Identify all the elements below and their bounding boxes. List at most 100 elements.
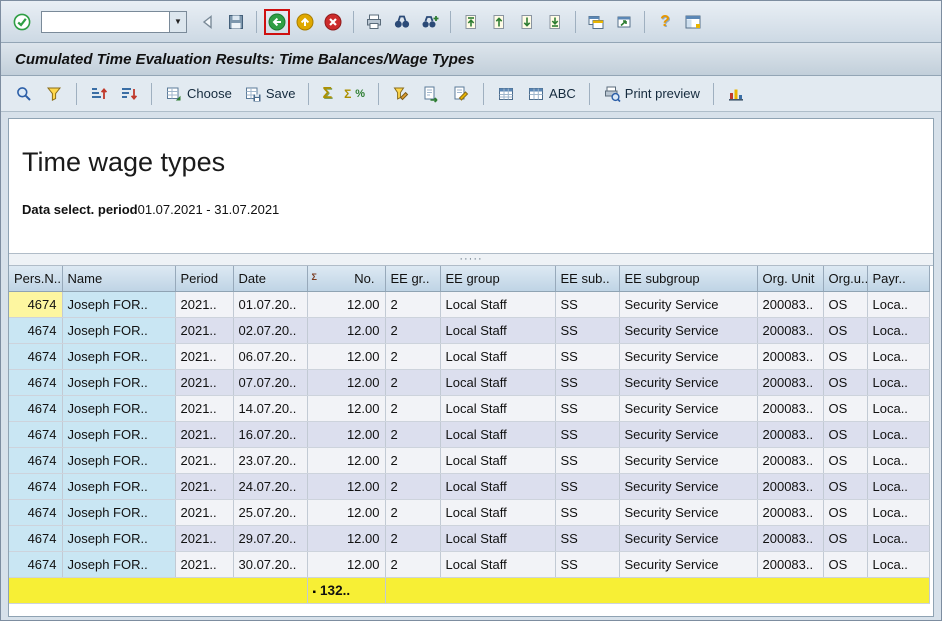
cell-payr[interactable]: Loca.. — [867, 551, 930, 578]
new-session-button[interactable] — [583, 9, 609, 35]
cell-period[interactable]: 2021.. — [175, 421, 234, 448]
column-header-name[interactable]: Name — [62, 266, 176, 292]
cell-no[interactable]: 12.00 — [307, 447, 386, 474]
export-button[interactable] — [418, 81, 444, 107]
cell-eegroup[interactable]: Local Staff — [440, 473, 556, 500]
cell-no[interactable]: 12.00 — [307, 525, 386, 552]
command-dropdown-button[interactable]: ▼ — [169, 10, 187, 33]
cell-eegroup[interactable]: Local Staff — [440, 369, 556, 396]
details-button[interactable] — [11, 81, 37, 107]
cell-eesub[interactable]: SS — [555, 395, 620, 422]
cell-eegr[interactable]: 2 — [385, 395, 441, 422]
cell-eesubgroup[interactable]: Security Service — [619, 369, 758, 396]
cell-date[interactable]: 24.07.20.. — [233, 473, 308, 500]
table-row[interactable]: 4674 Joseph FOR.. 2021.. 25.07.20.. 12.0… — [9, 499, 930, 526]
table-row[interactable]: 4674 Joseph FOR.. 2021.. 16.07.20.. 12.0… — [9, 421, 930, 448]
column-header-orgunit[interactable]: Org. Unit — [757, 266, 824, 292]
cell-date[interactable]: 14.07.20.. — [233, 395, 308, 422]
cell-payr[interactable]: Loca.. — [867, 447, 930, 474]
cell-date[interactable]: 02.07.20.. — [233, 317, 308, 344]
cell-persno[interactable]: 4674 — [9, 421, 63, 448]
cell-orgunit[interactable]: 200083.. — [757, 343, 824, 370]
cell-name[interactable]: Joseph FOR.. — [62, 291, 176, 318]
cell-eesubgroup[interactable]: Security Service — [619, 551, 758, 578]
cell-eegroup[interactable]: Local Staff — [440, 395, 556, 422]
cell-date[interactable]: 25.07.20.. — [233, 499, 308, 526]
graphic-button[interactable] — [723, 81, 749, 107]
sort-ascending-button[interactable] — [86, 81, 112, 107]
filter-button[interactable] — [41, 81, 67, 107]
cell-name[interactable]: Joseph FOR.. — [62, 317, 176, 344]
cell-orgu[interactable]: OS — [823, 317, 868, 344]
cell-eesubgroup[interactable]: Security Service — [619, 421, 758, 448]
table-row[interactable]: 4674 Joseph FOR.. 2021.. 24.07.20.. 12.0… — [9, 473, 930, 500]
cell-name[interactable]: Joseph FOR.. — [62, 447, 176, 474]
cell-name[interactable]: Joseph FOR.. — [62, 369, 176, 396]
cell-eegroup[interactable]: Local Staff — [440, 499, 556, 526]
cell-eesubgroup[interactable]: Security Service — [619, 525, 758, 552]
table-row[interactable]: 4674 Joseph FOR.. 2021.. 02.07.20.. 12.0… — [9, 317, 930, 344]
arrow-left-button[interactable] — [195, 9, 221, 35]
table-row[interactable]: 4674 Joseph FOR.. 2021.. 23.07.20.. 12.0… — [9, 447, 930, 474]
cell-eegr[interactable]: 2 — [385, 291, 441, 318]
cell-period[interactable]: 2021.. — [175, 395, 234, 422]
cell-eegr[interactable]: 2 — [385, 421, 441, 448]
cell-eesub[interactable]: SS — [555, 551, 620, 578]
cell-no[interactable]: 12.00 — [307, 551, 386, 578]
cell-name[interactable]: Joseph FOR.. — [62, 473, 176, 500]
subtotal-button[interactable]: Σ% — [340, 81, 369, 107]
total-button[interactable]: Σ — [318, 81, 336, 107]
command-field[interactable] — [41, 10, 169, 33]
cell-eegroup[interactable]: Local Staff — [440, 317, 556, 344]
cell-payr[interactable]: Loca.. — [867, 395, 930, 422]
cell-eesubgroup[interactable]: Security Service — [619, 317, 758, 344]
cell-eegroup[interactable]: Local Staff — [440, 525, 556, 552]
cell-eegr[interactable]: 2 — [385, 369, 441, 396]
cell-orgu[interactable]: OS — [823, 369, 868, 396]
page-up-button[interactable] — [486, 9, 512, 35]
cell-period[interactable]: 2021.. — [175, 473, 234, 500]
cell-eegr[interactable]: 2 — [385, 473, 441, 500]
cell-orgunit[interactable]: 200083.. — [757, 317, 824, 344]
cell-eegr[interactable]: 2 — [385, 343, 441, 370]
cell-eegr[interactable]: 2 — [385, 525, 441, 552]
cell-no[interactable]: 12.00 — [307, 421, 386, 448]
cell-payr[interactable]: Loca.. — [867, 291, 930, 318]
cell-orgunit[interactable]: 200083.. — [757, 499, 824, 526]
cell-orgunit[interactable]: 200083.. — [757, 291, 824, 318]
cell-date[interactable]: 16.07.20.. — [233, 421, 308, 448]
cell-name[interactable]: Joseph FOR.. — [62, 421, 176, 448]
cell-eesub[interactable]: SS — [555, 447, 620, 474]
cell-payr[interactable]: Loca.. — [867, 421, 930, 448]
total-row-filler[interactable] — [9, 576, 308, 604]
save-layout-button[interactable]: Save — [240, 81, 300, 107]
cell-name[interactable]: Joseph FOR.. — [62, 395, 176, 422]
cell-orgu[interactable]: OS — [823, 421, 868, 448]
table-row[interactable]: 4674 Joseph FOR.. 2021.. 30.07.20.. 12.0… — [9, 551, 930, 578]
cell-period[interactable]: 2021.. — [175, 499, 234, 526]
cell-period[interactable]: 2021.. — [175, 369, 234, 396]
cell-date[interactable]: 07.07.20.. — [233, 369, 308, 396]
cell-eegroup[interactable]: Local Staff — [440, 551, 556, 578]
cell-eesubgroup[interactable]: Security Service — [619, 499, 758, 526]
cell-eegr[interactable]: 2 — [385, 447, 441, 474]
cell-no[interactable]: 12.00 — [307, 317, 386, 344]
cell-name[interactable]: Joseph FOR.. — [62, 499, 176, 526]
cell-period[interactable]: 2021.. — [175, 317, 234, 344]
cell-persno[interactable]: 4674 — [9, 291, 63, 318]
customize-layout-button[interactable] — [680, 9, 706, 35]
column-header-eegr[interactable]: EE gr.. — [385, 266, 441, 292]
cell-eesub[interactable]: SS — [555, 291, 620, 318]
cell-date[interactable]: 06.07.20.. — [233, 343, 308, 370]
cell-persno[interactable]: 4674 — [9, 551, 63, 578]
cell-orgu[interactable]: OS — [823, 291, 868, 318]
column-header-period[interactable]: Period — [175, 266, 234, 292]
cell-payr[interactable]: Loca.. — [867, 343, 930, 370]
print-button[interactable] — [361, 9, 387, 35]
cell-orgu[interactable]: OS — [823, 447, 868, 474]
cell-orgu[interactable]: OS — [823, 525, 868, 552]
save-button[interactable] — [223, 9, 249, 35]
cell-no[interactable]: 12.00 — [307, 369, 386, 396]
column-header-no[interactable]: Σ No. — [307, 266, 386, 292]
cell-eesubgroup[interactable]: Security Service — [619, 447, 758, 474]
